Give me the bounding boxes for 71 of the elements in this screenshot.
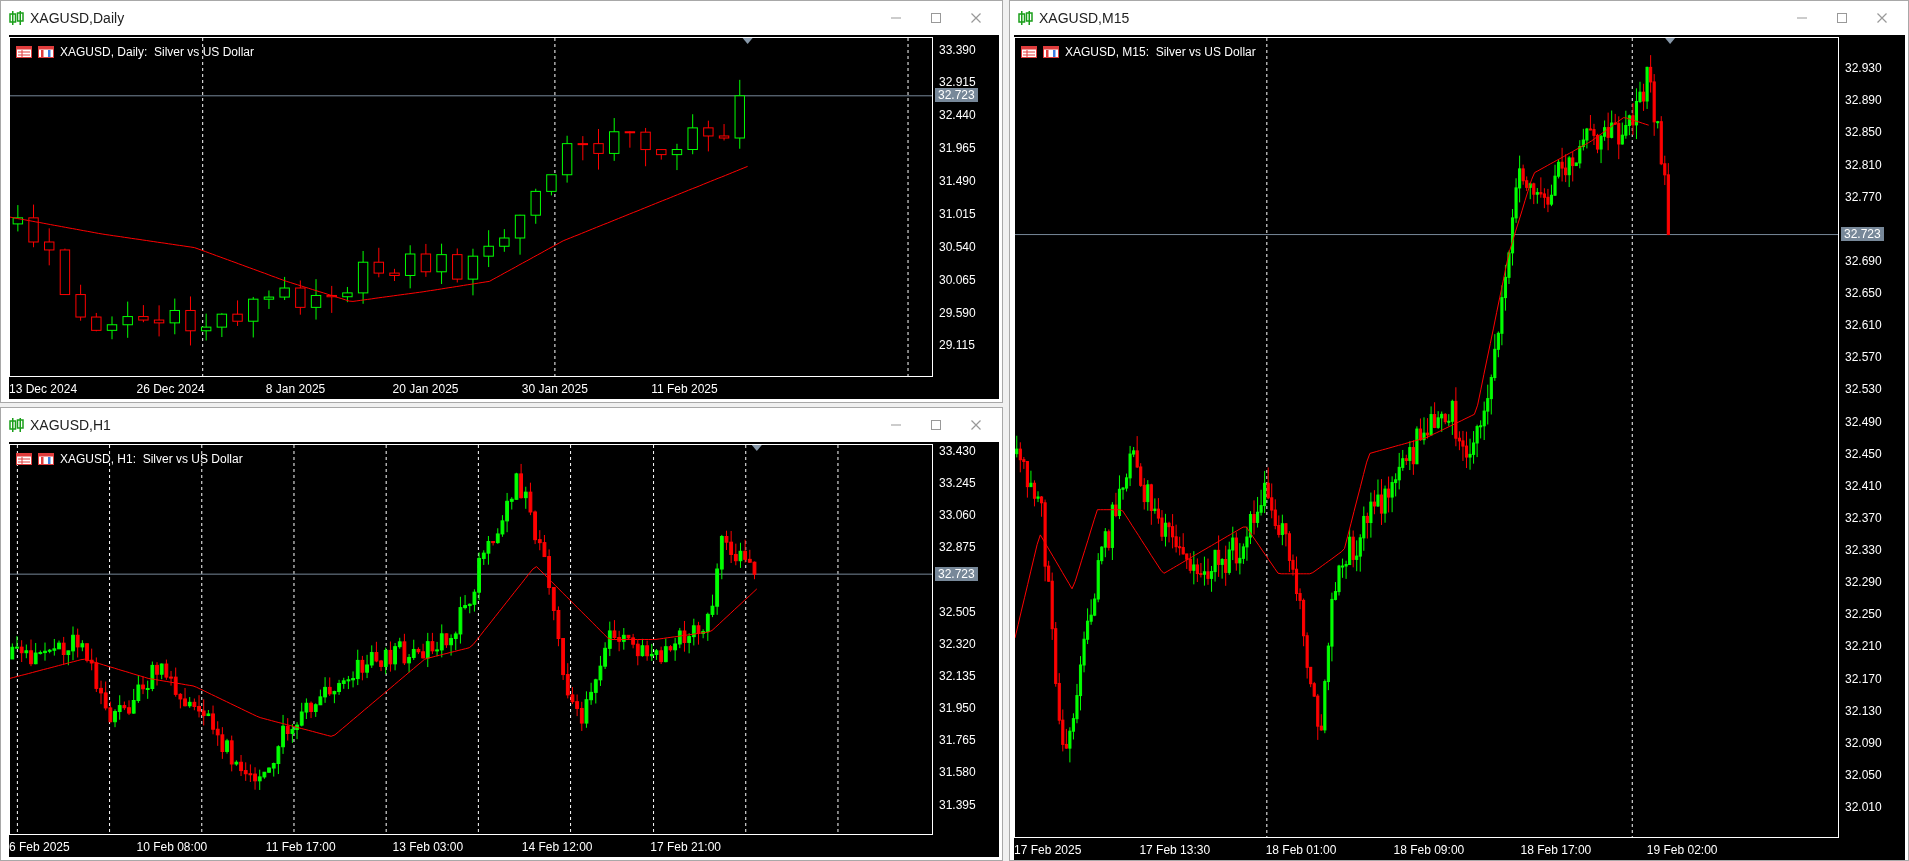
price-axis-label: 33.390 <box>939 42 976 57</box>
price-axis-label: 32.290 <box>1845 575 1882 590</box>
time-axis-label: 20 Jan 2025 <box>392 381 459 398</box>
current-price-label: 32.723 <box>935 88 978 103</box>
price-axis-label: 32.530 <box>1845 382 1882 397</box>
chart-legend: XAGUSD, Daily: Silver vs US Dollar <box>60 43 255 61</box>
price-axis-label: 32.505 <box>939 604 976 619</box>
price-axis-label: 29.115 <box>939 338 975 353</box>
price-axis-label: 33.430 <box>939 443 976 458</box>
price-axis-label: 31.965 <box>939 141 976 156</box>
price-axis-label: 31.950 <box>939 701 976 716</box>
price-axis-label: 29.590 <box>939 305 976 320</box>
price-axis-label: 32.135 <box>939 668 976 683</box>
price-axis-label: 33.060 <box>939 508 976 522</box>
price-axis-label: 32.010 <box>1845 800 1882 814</box>
price-axis-label: 32.250 <box>1845 607 1882 622</box>
time-axis-label: 18 Feb 09:00 <box>1393 842 1465 859</box>
price-axis-label: 32.440 <box>939 108 976 123</box>
price-axis-label: 32.450 <box>1845 446 1882 461</box>
time-axis-label: 18 Feb 17:00 <box>1520 842 1592 859</box>
price-axis-label: 32.320 <box>939 636 976 651</box>
price-axis-label: 32.330 <box>1845 543 1882 558</box>
price-axis-label: 31.765 <box>939 733 976 748</box>
time-axis-label: 19 Feb 02:00 <box>1646 842 1718 859</box>
price-axis-label: 31.395 <box>939 797 976 812</box>
time-axis-label: 13 Feb 03:00 <box>392 839 464 856</box>
time-axis-label: 18 Feb 01:00 <box>1265 842 1337 859</box>
chart-legend: XAGUSD, M15: Silver vs US Dollar <box>1065 43 1256 61</box>
price-axis-label: 32.130 <box>1845 703 1882 718</box>
time-axis-label: 30 Jan 2025 <box>521 381 588 398</box>
price-axis-label: 32.090 <box>1845 735 1882 750</box>
price-axis-label: 32.170 <box>1845 671 1882 686</box>
window-title: XAGUSD,M15 <box>1039 8 1130 28</box>
time-axis-label: 26 Dec 2024 <box>136 381 205 398</box>
time-axis-label: 11 Feb 2025 <box>651 381 718 398</box>
price-axis-label: 31.490 <box>939 174 976 189</box>
price-axis-label: 32.850 <box>1845 125 1882 140</box>
price-axis-label: 32.690 <box>1845 253 1882 268</box>
price-axis-label: 32.610 <box>1845 318 1882 333</box>
time-axis-label: 10 Feb 08:00 <box>136 839 208 856</box>
price-axis-label: 32.930 <box>1845 61 1882 76</box>
time-axis-label: 17 Feb 21:00 <box>650 839 721 856</box>
price-axis-label: 32.890 <box>1845 93 1882 108</box>
time-axis-label: 17 Feb 2025 <box>1014 842 1082 859</box>
price-axis-label: 32.370 <box>1845 510 1882 525</box>
price-axis-label: 32.915 <box>939 75 976 90</box>
price-axis-label: 32.875 <box>939 540 976 555</box>
time-axis-label: 17 Feb 13:30 <box>1139 842 1211 859</box>
price-axis-label: 32.810 <box>1845 157 1882 172</box>
price-axis-label: 32.570 <box>1845 350 1882 365</box>
price-axis-label: 32.210 <box>1845 639 1882 654</box>
time-axis-label: 6 Feb 2025 <box>9 839 70 856</box>
chart-legend: XAGUSD, H1: Silver vs US Dollar <box>60 450 243 468</box>
time-axis-label: 8 Jan 2025 <box>265 381 326 398</box>
window-title: XAGUSD,Daily <box>30 8 125 28</box>
price-axis-label: 32.410 <box>1845 478 1882 493</box>
window-title: XAGUSD,H1 <box>30 415 111 435</box>
price-axis-label: 30.065 <box>939 272 976 287</box>
price-axis-label: 31.015 <box>939 206 976 221</box>
current-price-label: 32.723 <box>1841 227 1884 242</box>
price-axis-label: 31.580 <box>939 765 976 780</box>
time-axis-label: 13 Dec 2024 <box>9 381 78 398</box>
price-axis-label: 33.245 <box>939 475 976 490</box>
time-axis-label: 11 Feb 17:00 <box>265 839 336 856</box>
price-axis-label: 32.490 <box>1845 414 1882 429</box>
current-price-label: 32.723 <box>935 566 978 581</box>
price-axis-label: 30.540 <box>939 239 976 254</box>
price-axis-label: 32.650 <box>1845 286 1882 301</box>
price-axis-label: 32.050 <box>1845 767 1882 782</box>
time-axis-label: 14 Feb 12:00 <box>521 839 593 856</box>
price-axis-label: 32.770 <box>1845 189 1882 204</box>
